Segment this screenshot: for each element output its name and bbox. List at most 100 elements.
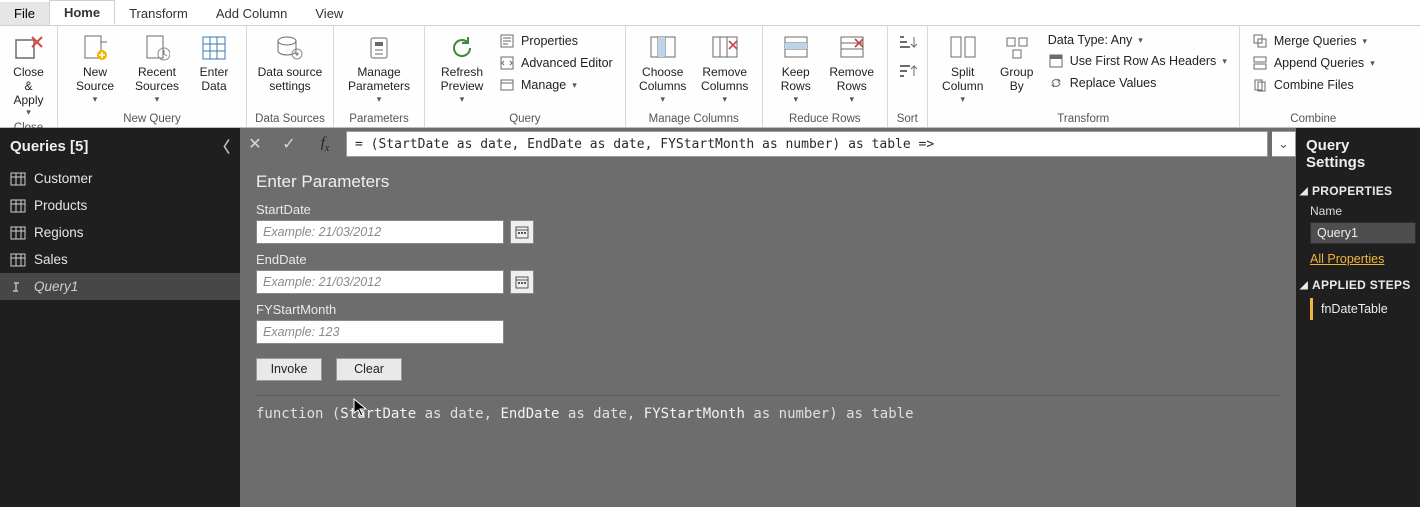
- query-name-input[interactable]: [1310, 222, 1416, 244]
- first-row-headers-button[interactable]: Use First Row As Headers ▾: [1046, 52, 1229, 70]
- function-signature: function (StartDate as date, EndDate as …: [256, 406, 1280, 422]
- formula-input[interactable]: = (StartDate as date, EndDate as date, F…: [346, 131, 1268, 157]
- fx-icon: fx: [308, 135, 342, 154]
- data-source-settings-icon: [273, 32, 307, 64]
- group-label-query: Query: [431, 111, 619, 127]
- tab-transform[interactable]: Transform: [115, 2, 202, 25]
- data-type-label: Data Type: Any: [1048, 33, 1133, 47]
- remove-rows-icon: [835, 32, 869, 64]
- enter-data-label: Enter Data: [200, 66, 229, 94]
- close-apply-icon: [12, 32, 46, 64]
- choose-columns-icon: [646, 32, 680, 64]
- advanced-editor-button[interactable]: Advanced Editor: [497, 54, 615, 72]
- applied-steps-section-header[interactable]: ◢APPLIED STEPS: [1296, 274, 1420, 296]
- invoke-button[interactable]: Invoke: [256, 358, 322, 381]
- choose-columns-button[interactable]: Choose Columns ▾: [632, 30, 694, 106]
- query-item[interactable]: Products: [0, 192, 240, 219]
- formula-commit-button[interactable]: ✓: [274, 131, 304, 157]
- keep-rows-button[interactable]: Keep Rows ▾: [769, 30, 823, 106]
- group-label-manage-columns: Manage Columns: [632, 111, 756, 127]
- group-by-icon: [1000, 32, 1034, 64]
- sort-asc-button[interactable]: [897, 34, 917, 55]
- split-column-button[interactable]: Split Column ▾: [934, 30, 992, 106]
- dropdown-caret-icon: ▾: [26, 107, 31, 117]
- properties-icon: [499, 33, 515, 49]
- recent-sources-icon: [140, 32, 174, 64]
- replace-values-button[interactable]: Replace Values: [1046, 74, 1229, 92]
- group-by-label: Group By: [1000, 66, 1033, 94]
- properties-section-header[interactable]: ◢PROPERTIES: [1296, 180, 1420, 202]
- advanced-editor-icon: [499, 55, 515, 71]
- dropdown-caret-icon: ▾: [1363, 36, 1368, 47]
- clear-button[interactable]: Clear: [336, 358, 402, 381]
- properties-label: Properties: [521, 34, 578, 48]
- dropdown-caret-icon: ▾: [1370, 58, 1375, 69]
- data-source-settings-label: Data source settings: [258, 66, 323, 94]
- query-settings-pane: Query Settings ◢PROPERTIES Name All Prop…: [1296, 128, 1420, 507]
- param-input-startdate[interactable]: [256, 220, 504, 244]
- manage-query-button[interactable]: Manage ▾: [497, 76, 615, 94]
- dropdown-caret-icon: ▾: [155, 94, 160, 104]
- collapse-pane-button[interactable]: 〈: [215, 136, 230, 157]
- function-icon: [10, 280, 26, 294]
- sort-desc-button[interactable]: [897, 63, 917, 84]
- group-by-button[interactable]: Group By: [992, 30, 1042, 96]
- param-input-enddate[interactable]: [256, 270, 504, 294]
- enter-data-button[interactable]: Enter Data: [188, 30, 240, 96]
- ribbon: Close & Apply ▾ Close New Source ▾ Recen…: [0, 26, 1420, 128]
- append-queries-button[interactable]: Append Queries ▾: [1250, 54, 1377, 72]
- param-input-fystartmonth[interactable]: [256, 320, 504, 344]
- split-column-icon: [946, 32, 980, 64]
- date-picker-button[interactable]: [510, 220, 534, 244]
- new-source-label: New Source: [76, 66, 114, 94]
- manage-parameters-label: Manage Parameters: [348, 66, 410, 94]
- query-item[interactable]: Customer: [0, 165, 240, 192]
- editor-area: ✕ ✓ fx = (StartDate as date, EndDate as …: [240, 128, 1296, 507]
- combine-files-button[interactable]: Combine Files: [1250, 76, 1377, 94]
- dropdown-caret-icon: ▾: [93, 94, 98, 104]
- close-apply-button[interactable]: Close & Apply ▾: [6, 30, 51, 120]
- tab-view[interactable]: View: [301, 2, 357, 25]
- query-item[interactable]: Regions: [0, 219, 240, 246]
- query-settings-title: Query Settings: [1296, 128, 1420, 180]
- dropdown-caret-icon: ▾: [1222, 56, 1227, 67]
- remove-columns-button[interactable]: Remove Columns ▾: [694, 30, 756, 106]
- merge-queries-button[interactable]: Merge Queries ▾: [1250, 32, 1377, 50]
- formula-bar: ✕ ✓ fx = (StartDate as date, EndDate as …: [240, 128, 1296, 160]
- formula-cancel-button[interactable]: ✕: [240, 131, 270, 157]
- param-label: EndDate: [256, 252, 1280, 267]
- query-item[interactable]: Query1: [0, 273, 240, 300]
- new-source-button[interactable]: New Source ▾: [64, 30, 126, 106]
- manage-parameters-icon: [362, 32, 396, 64]
- all-properties-link[interactable]: All Properties: [1296, 248, 1420, 274]
- properties-button[interactable]: Properties: [497, 32, 615, 50]
- group-label-transform: Transform: [934, 111, 1233, 127]
- merge-queries-label: Merge Queries: [1274, 34, 1357, 48]
- new-source-icon: [78, 32, 112, 64]
- split-column-label: Split Column: [942, 66, 983, 94]
- recent-sources-button[interactable]: Recent Sources ▾: [126, 30, 188, 106]
- data-type-button[interactable]: Data Type: Any ▾: [1046, 32, 1229, 48]
- recent-sources-label: Recent Sources: [135, 66, 179, 94]
- data-source-settings-button[interactable]: Data source settings: [253, 30, 327, 96]
- remove-rows-button[interactable]: Remove Rows ▾: [823, 30, 881, 106]
- formula-expand-button[interactable]: ⌄: [1272, 131, 1296, 157]
- refresh-preview-button[interactable]: Refresh Preview ▾: [431, 30, 493, 106]
- dropdown-caret-icon: ▾: [572, 80, 577, 91]
- first-row-headers-icon: [1048, 53, 1064, 69]
- applied-step[interactable]: fnDateTable: [1310, 298, 1420, 320]
- tab-file[interactable]: File: [0, 2, 49, 25]
- group-label-parameters: Parameters: [340, 111, 418, 127]
- date-picker-button[interactable]: [510, 270, 534, 294]
- param-label: StartDate: [256, 202, 1280, 217]
- table-icon: [10, 253, 26, 267]
- tab-home[interactable]: Home: [49, 0, 115, 25]
- manage-parameters-button[interactable]: Manage Parameters ▾: [340, 30, 418, 106]
- dropdown-caret-icon: ▾: [377, 94, 382, 104]
- remove-columns-label: Remove Columns: [701, 66, 748, 94]
- tab-add-column[interactable]: Add Column: [202, 2, 302, 25]
- replace-values-label: Replace Values: [1070, 76, 1157, 90]
- table-icon: [10, 172, 26, 186]
- combine-files-label: Combine Files: [1274, 78, 1354, 92]
- query-item[interactable]: Sales: [0, 246, 240, 273]
